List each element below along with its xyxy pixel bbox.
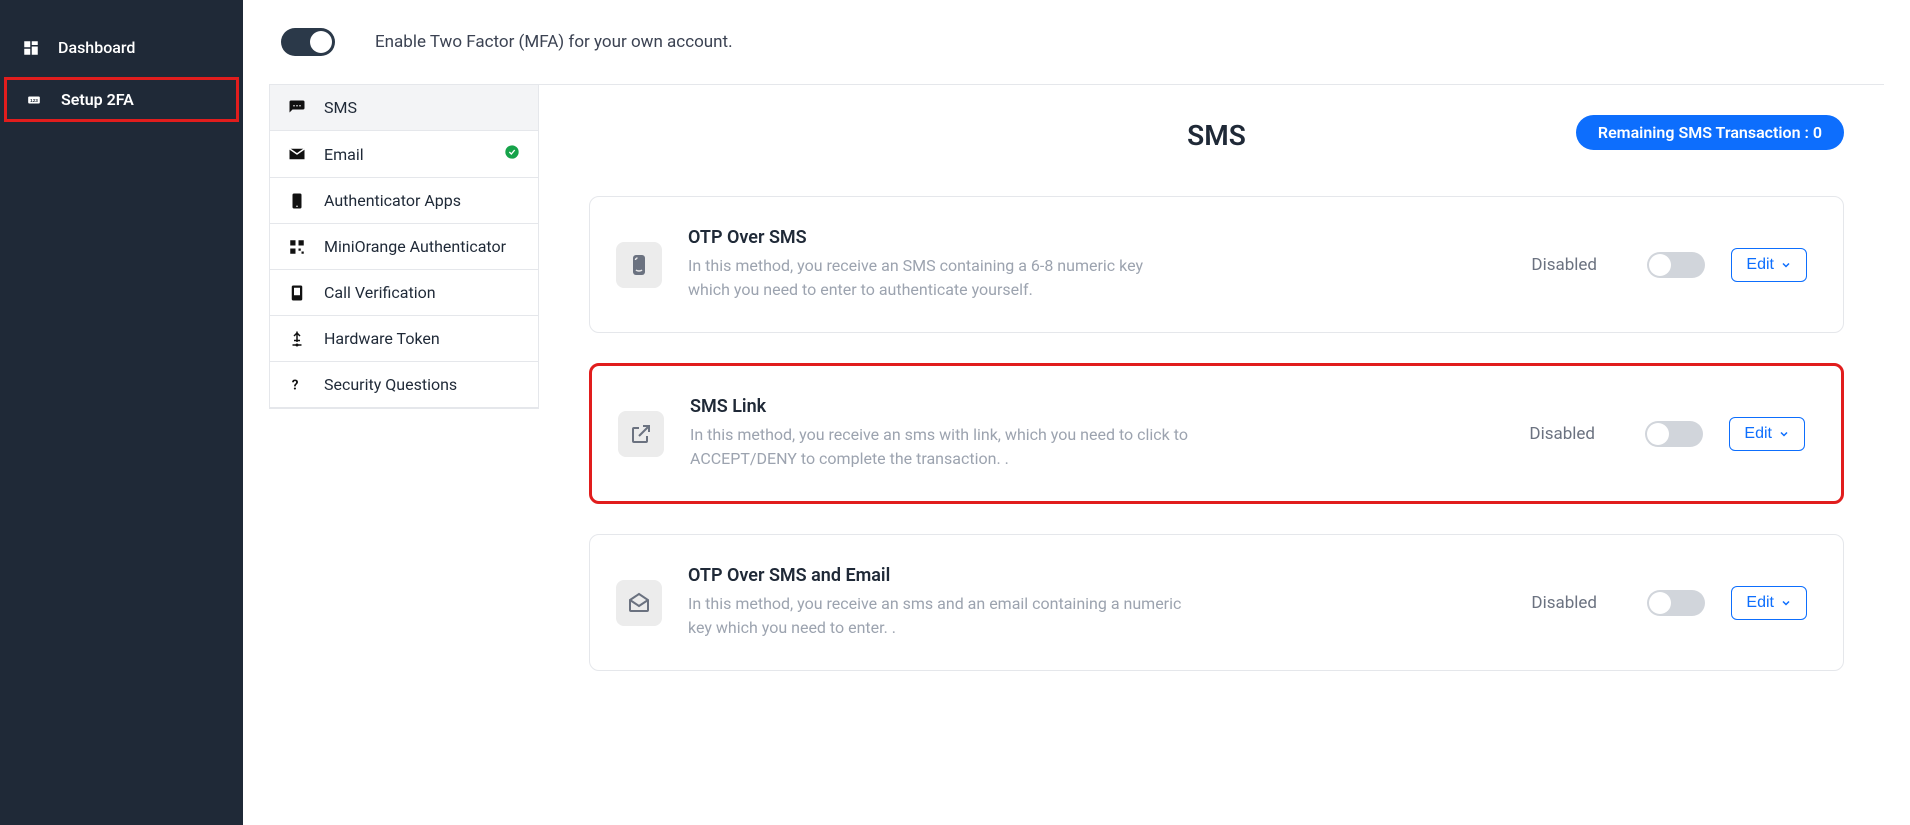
enable-2fa-row: Enable Two Factor (MFA) for your own acc…: [269, 0, 1884, 85]
edit-button[interactable]: Edit: [1731, 586, 1807, 620]
phone-sms-icon: [616, 242, 662, 288]
toggle-knob: [1647, 423, 1669, 445]
setup-2fa-icon: 123: [25, 93, 47, 107]
chevron-down-icon: [1778, 428, 1790, 440]
edit-label: Edit: [1744, 425, 1772, 443]
edit-label: Edit: [1746, 594, 1774, 612]
sidebar-item-setup-2fa[interactable]: 123 Setup 2FA: [4, 77, 239, 122]
usb-icon: [288, 330, 308, 348]
external-link-icon: [618, 411, 664, 457]
tab-label: Security Questions: [324, 375, 457, 394]
tab-authenticator-apps[interactable]: Authenticator Apps: [270, 178, 538, 224]
qr-icon: [288, 238, 308, 256]
card-desc: In this method, you receive an sms with …: [690, 423, 1190, 471]
method-toggle[interactable]: [1645, 421, 1703, 447]
tab-email[interactable]: Email: [270, 131, 538, 178]
edit-button[interactable]: Edit: [1731, 248, 1807, 282]
toggle-knob: [1649, 592, 1671, 614]
sidebar: Dashboard 123 Setup 2FA: [0, 0, 243, 825]
tab-miniorange-authenticator[interactable]: MiniOrange Authenticator: [270, 224, 538, 270]
envelope-open-icon: [616, 580, 662, 626]
toggle-knob: [310, 31, 332, 53]
sidebar-item-label: Setup 2FA: [61, 90, 134, 109]
tab-label: Authenticator Apps: [324, 191, 461, 210]
method-toggle[interactable]: [1647, 252, 1705, 278]
svg-text:123: 123: [30, 97, 38, 102]
chevron-down-icon: [1780, 597, 1792, 609]
dashboard-icon: [22, 39, 44, 57]
status-label: Disabled: [1531, 593, 1621, 613]
sidebar-item-label: Dashboard: [58, 38, 135, 57]
enable-2fa-label: Enable Two Factor (MFA) for your own acc…: [375, 32, 733, 52]
method-card-sms-link: SMS Link In this method, you receive an …: [589, 363, 1844, 504]
card-desc: In this method, you receive an SMS conta…: [688, 254, 1188, 302]
detail-header: SMS Remaining SMS Transaction : 0: [589, 105, 1844, 170]
card-title: OTP Over SMS: [688, 227, 1505, 248]
sms-transaction-badge: Remaining SMS Transaction : 0: [1576, 115, 1844, 150]
detail-panel: SMS Remaining SMS Transaction : 0 OTP Ov…: [539, 85, 1884, 741]
edit-button[interactable]: Edit: [1729, 417, 1805, 451]
tab-hardware-token[interactable]: Hardware Token: [270, 316, 538, 362]
phone-icon: [288, 192, 308, 210]
main-content: Enable Two Factor (MFA) for your own acc…: [243, 0, 1910, 825]
status-label: Disabled: [1531, 255, 1621, 275]
method-card-otp-over-sms-email: OTP Over SMS and Email In this method, y…: [589, 534, 1844, 671]
toggle-knob: [1649, 254, 1671, 276]
status-label: Disabled: [1529, 424, 1619, 444]
chevron-down-icon: [1780, 259, 1792, 271]
question-icon: ?: [288, 376, 308, 394]
call-icon: [288, 284, 308, 302]
tab-label: SMS: [324, 98, 357, 117]
enable-2fa-toggle[interactable]: [281, 28, 335, 56]
tab-sms[interactable]: SMS: [270, 85, 538, 131]
tab-label: Hardware Token: [324, 329, 440, 348]
method-card-otp-over-sms: OTP Over SMS In this method, you receive…: [589, 196, 1844, 333]
svg-text:?: ?: [292, 377, 299, 393]
sidebar-item-dashboard[interactable]: Dashboard: [0, 24, 243, 71]
tab-label: MiniOrange Authenticator: [324, 237, 506, 256]
method-toggle[interactable]: [1647, 590, 1705, 616]
tab-label: Call Verification: [324, 283, 436, 302]
email-icon: [288, 145, 308, 163]
tab-call-verification[interactable]: Call Verification: [270, 270, 538, 316]
method-tabs: SMS Email Authenticator Apps: [269, 85, 539, 409]
tab-security-questions[interactable]: ? Security Questions: [270, 362, 538, 408]
card-desc: In this method, you receive an sms and a…: [688, 592, 1188, 640]
check-icon: [504, 144, 520, 164]
sms-icon: [288, 99, 308, 117]
tab-label: Email: [324, 145, 364, 164]
card-title: SMS Link: [690, 396, 1503, 417]
card-title: OTP Over SMS and Email: [688, 565, 1505, 586]
edit-label: Edit: [1746, 256, 1774, 274]
